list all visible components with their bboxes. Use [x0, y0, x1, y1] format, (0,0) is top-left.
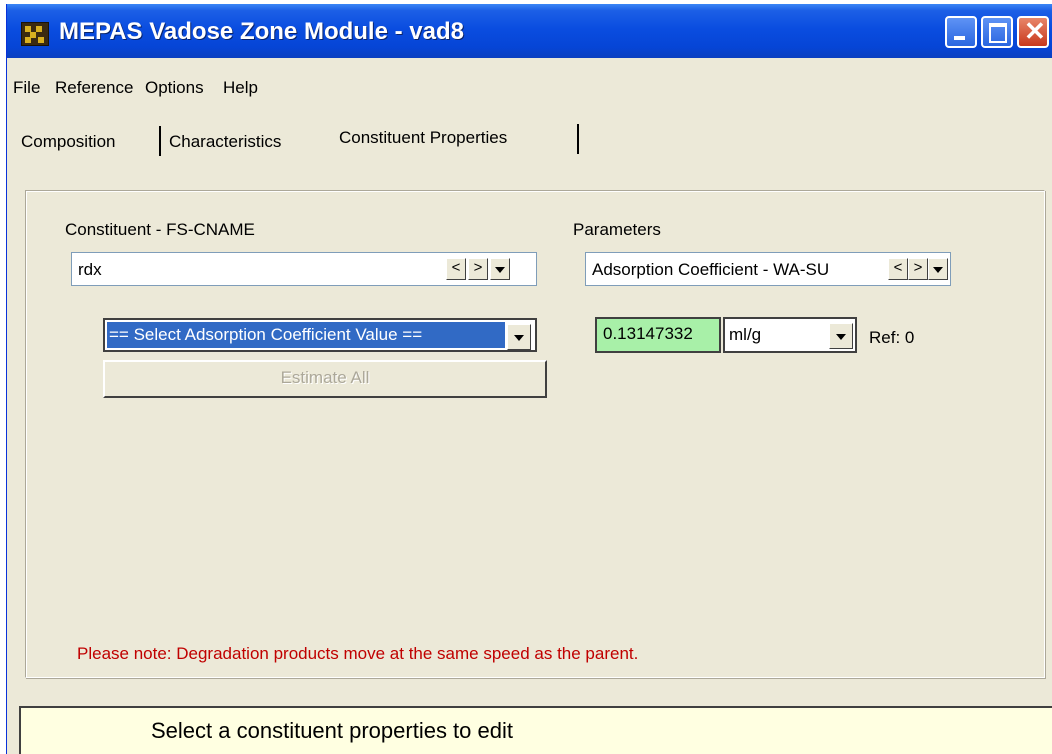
adsorption-selected-value: == Select Adsorption Coefficient Value =… — [106, 321, 506, 349]
parameter-dropdown-button[interactable] — [928, 258, 948, 280]
menu-file[interactable]: File — [13, 78, 40, 98]
estimate-all-button[interactable]: Estimate All — [103, 360, 547, 398]
tab-composition[interactable]: Composition — [21, 132, 116, 166]
parameter-value: Adsorption Coefficient - WA-SU — [592, 260, 830, 279]
adsorption-value-select[interactable]: == Select Adsorption Coefficient Value =… — [103, 318, 537, 352]
adsorption-dropdown-button[interactable] — [507, 324, 531, 350]
constituent-select[interactable]: rdx < > — [71, 252, 537, 286]
close-button[interactable]: ✕ — [1017, 16, 1049, 48]
window-title: MEPAS Vadose Zone Module - vad8 — [59, 18, 464, 45]
main-window: MEPAS Vadose Zone Module - vad8 ✕ File R… — [6, 4, 1052, 754]
constituent-dropdown-button[interactable] — [490, 258, 510, 280]
degradation-note: Please note: Degradation products move a… — [77, 644, 639, 663]
prev-constituent-button[interactable]: < — [446, 258, 466, 280]
parameter-select[interactable]: Adsorption Coefficient - WA-SU < > — [585, 252, 951, 286]
prev-parameter-button[interactable]: < — [888, 258, 908, 280]
tab-divider — [159, 126, 161, 156]
menu-options[interactable]: Options — [145, 78, 204, 98]
menu-help[interactable]: Help — [223, 78, 258, 98]
next-parameter-button[interactable]: > — [908, 258, 928, 280]
menu-reference[interactable]: Reference — [55, 78, 133, 98]
unit-dropdown-button[interactable] — [829, 323, 853, 349]
status-text: Select a constituent properties to edit — [151, 718, 513, 743]
maximize-button[interactable] — [981, 16, 1013, 48]
parameters-label: Parameters — [573, 220, 661, 239]
constituent-label: Constituent - FS-CNAME — [65, 220, 255, 239]
close-icon: ✕ — [1024, 16, 1046, 46]
unit-select[interactable]: ml/g — [723, 317, 857, 353]
parameter-value-field[interactable]: 0.13147332 — [595, 317, 721, 353]
minimize-button[interactable] — [945, 16, 977, 48]
unit-value: ml/g — [729, 325, 762, 344]
tab-divider — [577, 124, 579, 154]
tab-constituent-properties[interactable]: Constituent Properties — [339, 128, 507, 162]
title-bar[interactable]: MEPAS Vadose Zone Module - vad8 ✕ — [7, 4, 1052, 58]
status-bar: Select a constituent properties to edit — [19, 706, 1052, 754]
app-icon[interactable] — [21, 22, 49, 46]
reference-label: Ref: 0 — [869, 328, 915, 347]
next-constituent-button[interactable]: > — [468, 258, 488, 280]
constituent-value: rdx — [78, 260, 102, 279]
tab-characteristics[interactable]: Characteristics — [169, 132, 281, 166]
